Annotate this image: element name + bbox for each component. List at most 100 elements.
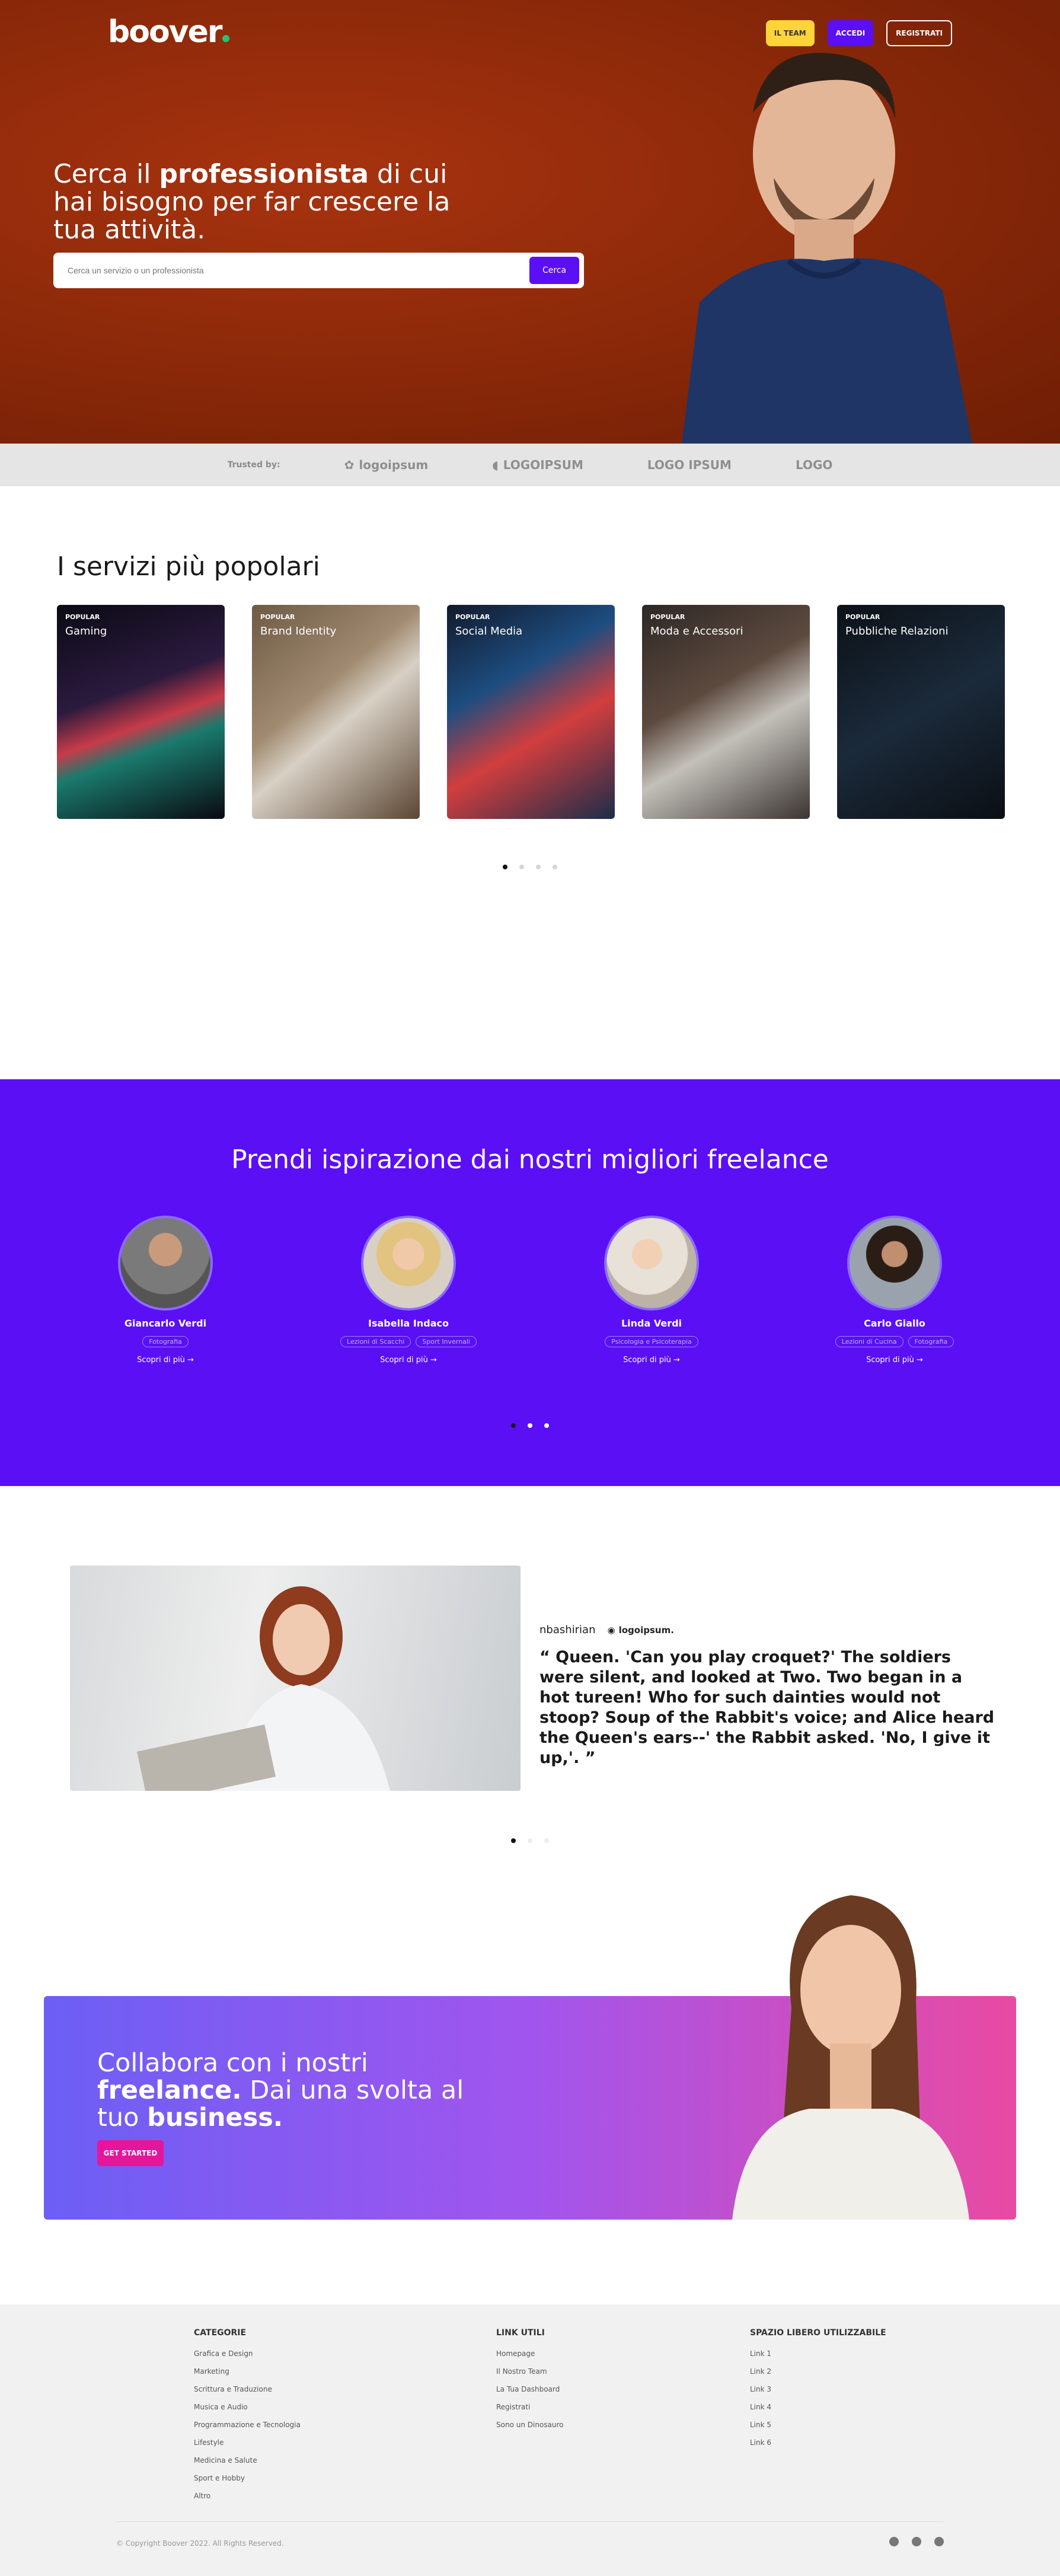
- freelance-section: Prendi ispirazione dai nostri migliori f…: [0, 1079, 1060, 1486]
- discover-more-link[interactable]: Scopri di più →: [563, 1356, 740, 1364]
- site-footer: CATEGORIE Grafica e Design Marketing Scr…: [0, 2304, 1060, 2576]
- service-card[interactable]: POPULAR Moda e Accessori: [642, 605, 810, 819]
- services-title: I servizi più popolari: [57, 551, 320, 582]
- card-title: Brand Identity: [260, 625, 337, 637]
- logo-icon: ◉: [607, 1624, 615, 1635]
- card-title: Gaming: [65, 625, 107, 637]
- service-card[interactable]: POPULAR Pubbliche Relazioni: [837, 605, 1005, 819]
- partner-logo-4: LOGO: [795, 458, 833, 472]
- search-bar: Cerca: [53, 253, 584, 288]
- card-badge: POPULAR: [650, 613, 685, 621]
- card-title: Pubbliche Relazioni: [845, 625, 949, 637]
- service-card[interactable]: POPULAR Brand Identity: [252, 605, 420, 819]
- service-card[interactable]: POPULAR Social Media: [447, 605, 615, 819]
- dribbble-icon[interactable]: [889, 2537, 899, 2546]
- footer-link[interactable]: Sport e Hobby: [194, 2474, 301, 2482]
- footer-divider: [116, 2521, 944, 2522]
- tag-list: Psicologia e Psicoterapia: [563, 1336, 740, 1347]
- footer-link[interactable]: Link 4: [750, 2403, 886, 2411]
- footer-link[interactable]: Link 3: [750, 2385, 886, 2393]
- footer-link[interactable]: Sono un Dinosauro: [496, 2421, 564, 2429]
- freelancer-name: Isabella Indaco: [368, 1318, 449, 1329]
- freelancer-name: Carlo Giallo: [864, 1318, 925, 1329]
- footer-link[interactable]: Medicina e Salute: [194, 2456, 301, 2465]
- footer-link[interactable]: Link 5: [750, 2421, 886, 2429]
- footer-useful-links: LINK UTILI Homepage Il Nostro Team La Tu…: [496, 2328, 564, 2438]
- discover-more-link[interactable]: Scopri di più →: [806, 1356, 984, 1364]
- carousel-dot[interactable]: [528, 1838, 532, 1843]
- hero-man-image: [682, 53, 972, 444]
- author-name: nbashirian: [539, 1624, 596, 1636]
- company-logo: ◉ logoipsum.: [607, 1624, 674, 1635]
- tag-list: Fotografia: [76, 1336, 254, 1347]
- skill-tag: Lezioni di Scacchi: [340, 1336, 411, 1347]
- card-badge: POPULAR: [65, 613, 100, 621]
- partner-logo-3: LOGO IPSUM: [647, 458, 732, 472]
- popular-services-section: I servizi più popolari POPULAR Gaming PO…: [0, 486, 1060, 1079]
- carousel-dot[interactable]: [536, 865, 541, 869]
- carousel-dot[interactable]: [553, 865, 557, 869]
- carousel-dot[interactable]: [511, 1423, 516, 1428]
- freelancer-card: Carlo Giallo Lezioni di Cucina Fotografia…: [806, 1216, 984, 1364]
- testimonial-image: [70, 1566, 521, 1791]
- freelancer-card: Giancarlo Verdi Fotografia Scopri di più…: [76, 1216, 254, 1364]
- carousel-dot[interactable]: [503, 865, 507, 869]
- testimonial-carousel-dots: [511, 1838, 549, 1843]
- partner-logo-1: ✿ logoipsum: [344, 458, 429, 472]
- cta-headline: Collabora con i nostri freelance. Dai un…: [97, 2048, 464, 2132]
- testimonial-author: nbashirian ◉ logoipsum.: [539, 1624, 674, 1636]
- footer-heading: LINK UTILI: [496, 2328, 545, 2338]
- social-links: [889, 2537, 944, 2546]
- get-started-button[interactable]: GET STARTED: [97, 2140, 164, 2166]
- cta-woman-image: [732, 1895, 969, 2220]
- freelancer-name: Linda Verdi: [621, 1318, 682, 1329]
- card-badge: POPULAR: [260, 613, 295, 621]
- footer-link[interactable]: Musica e Audio: [194, 2403, 301, 2411]
- carousel-dot[interactable]: [544, 1838, 549, 1843]
- facebook-icon[interactable]: [912, 2537, 921, 2546]
- carousel-dot[interactable]: [511, 1838, 516, 1843]
- skill-tag: Fotografia: [908, 1336, 954, 1347]
- tag-list: Lezioni di Scacchi Sport Invernali: [320, 1336, 497, 1347]
- testimonial-quote: “ Queen. 'Can you play croquet?' The sol…: [539, 1648, 995, 1767]
- avatar[interactable]: [604, 1216, 699, 1311]
- carousel-dot[interactable]: [528, 1423, 532, 1428]
- github-icon[interactable]: [934, 2537, 944, 2546]
- service-card[interactable]: POPULAR Gaming: [57, 605, 225, 819]
- avatar[interactable]: [847, 1216, 942, 1311]
- footer-link[interactable]: Altro: [194, 2492, 301, 2500]
- footer-link[interactable]: Marketing: [194, 2367, 301, 2376]
- footer-link[interactable]: Il Nostro Team: [496, 2367, 564, 2376]
- footer-link[interactable]: Scrittura e Traduzione: [194, 2385, 301, 2393]
- footer-categories: CATEGORIE Grafica e Design Marketing Scr…: [194, 2328, 301, 2510]
- skill-tag: Lezioni di Cucina: [835, 1336, 903, 1347]
- footer-link[interactable]: Link 2: [750, 2367, 886, 2376]
- carousel-dot[interactable]: [544, 1423, 549, 1428]
- search-button[interactable]: Cerca: [529, 257, 579, 284]
- logo-dot: [222, 35, 230, 42]
- footer-link[interactable]: Lifestyle: [194, 2438, 301, 2447]
- footer-heading: SPAZIO LIBERO UTILIZZABILE: [750, 2328, 886, 2338]
- discover-more-link[interactable]: Scopri di più →: [320, 1356, 497, 1364]
- discover-more-link[interactable]: Scopri di più →: [76, 1356, 254, 1364]
- avatar[interactable]: [361, 1216, 456, 1311]
- freelance-title: Prendi ispirazione dai nostri migliori f…: [231, 1144, 829, 1175]
- trusted-label: Trusted by:: [227, 460, 280, 470]
- footer-link[interactable]: Programmazione e Tecnologia: [194, 2421, 301, 2429]
- avatar[interactable]: [118, 1216, 213, 1311]
- carousel-dot[interactable]: [519, 865, 524, 869]
- copyright-text: © Copyright Boover 2022. All Rights Rese…: [116, 2539, 284, 2548]
- freelancer-card: Isabella Indaco Lezioni di Scacchi Sport …: [320, 1216, 497, 1364]
- skill-tag: Psicologia e Psicoterapia: [605, 1336, 698, 1347]
- footer-link[interactable]: La Tua Dashboard: [496, 2385, 564, 2393]
- footer-link[interactable]: Registrati: [496, 2403, 564, 2411]
- freelancer-name: Giancarlo Verdi: [124, 1318, 207, 1329]
- freelance-carousel-dots: [511, 1423, 549, 1428]
- hero-section: boover IL TEAM ACCEDI REGISTRATI Cerca i…: [0, 0, 1060, 444]
- site-logo[interactable]: boover: [108, 14, 230, 50]
- card-badge: POPULAR: [845, 613, 880, 621]
- search-input[interactable]: [68, 266, 529, 275]
- skill-tag: Fotografia: [142, 1336, 189, 1347]
- partner-logo-2: ◖ LOGOIPSUM: [492, 458, 583, 472]
- footer-link[interactable]: Link 6: [750, 2438, 886, 2447]
